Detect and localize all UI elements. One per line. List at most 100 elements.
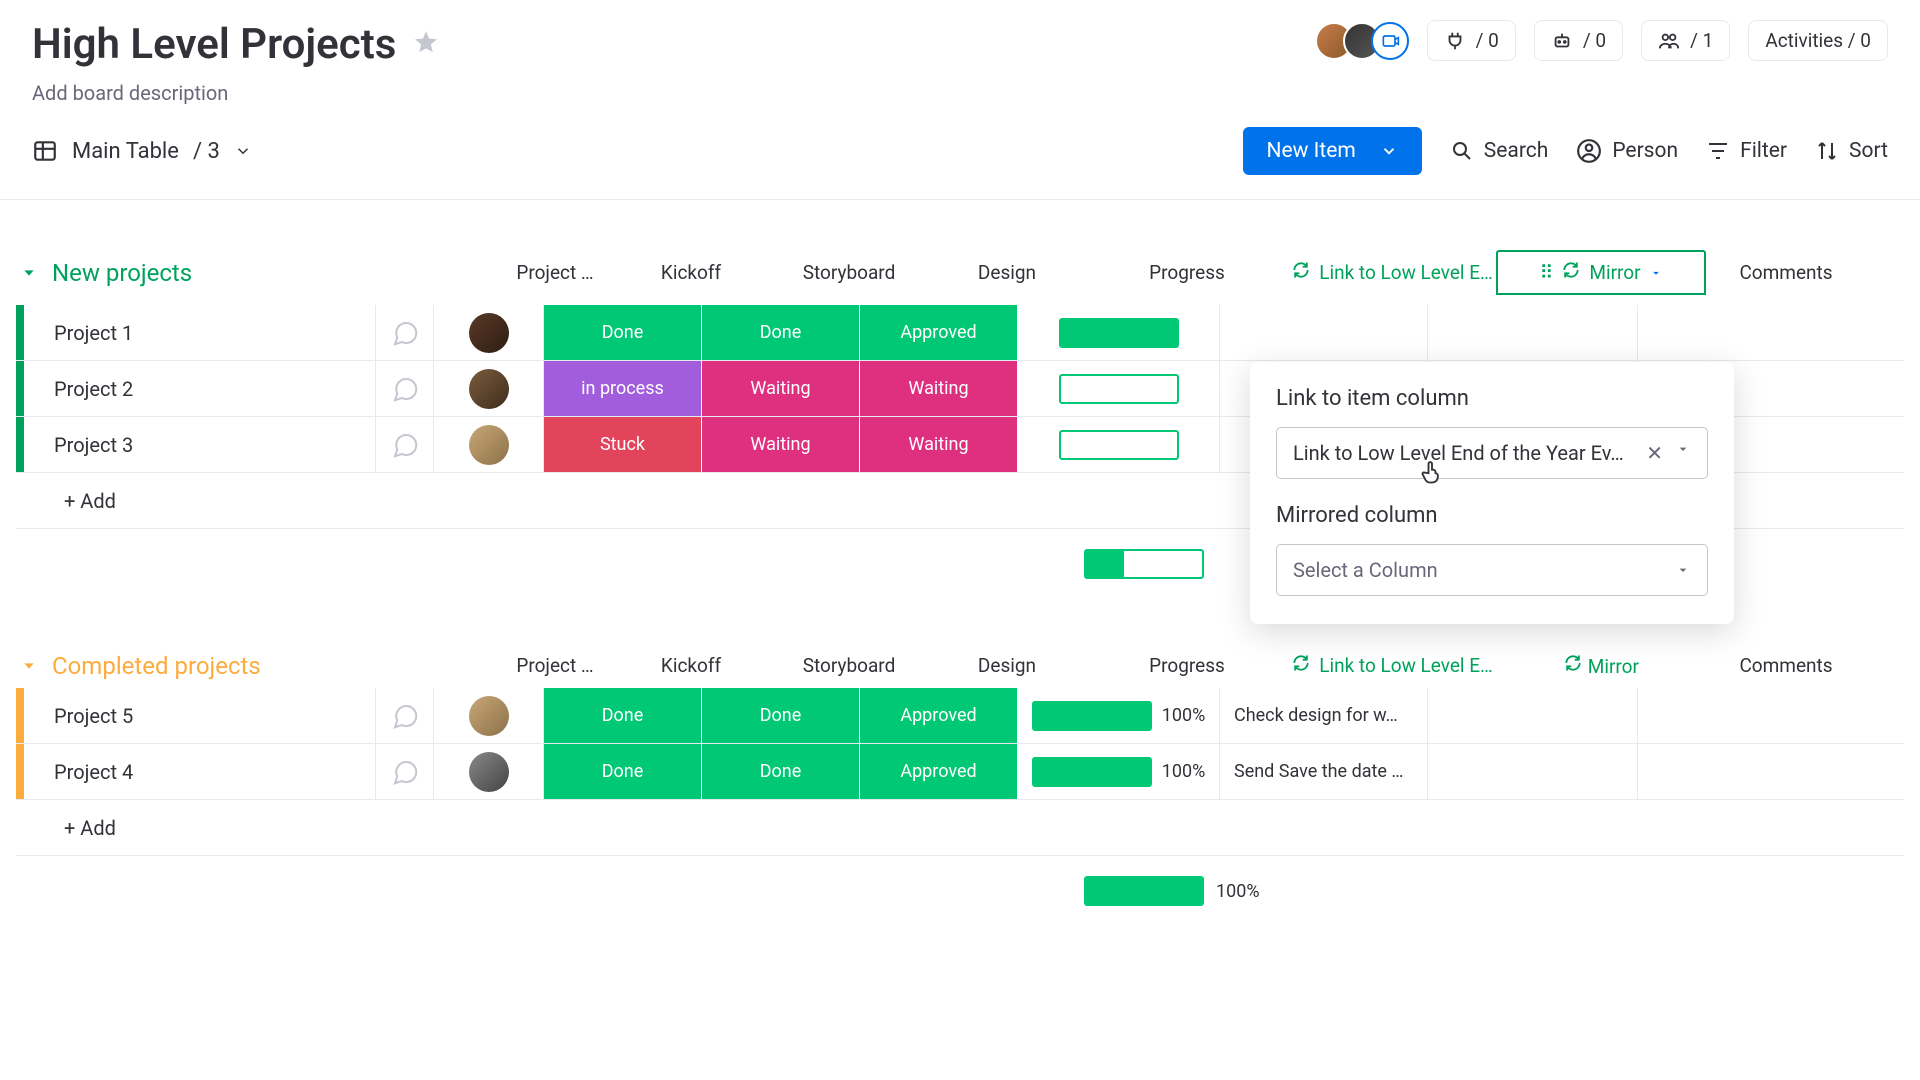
- subscribers-avatars[interactable]: [1315, 22, 1409, 60]
- activities-pill[interactable]: Activities / 0: [1748, 20, 1888, 61]
- kickoff-status[interactable]: Done: [544, 305, 702, 360]
- progress-cell[interactable]: [1018, 417, 1220, 472]
- kickoff-status[interactable]: Stuck: [544, 417, 702, 472]
- column-header-comments[interactable]: Comments: [1706, 644, 1866, 687]
- comments-cell[interactable]: [1638, 744, 1798, 799]
- link-column-value: Link to Low Level End of the Year Ev…: [1293, 441, 1646, 465]
- storyboard-status[interactable]: Waiting: [702, 417, 860, 472]
- progress-bar: [1059, 430, 1179, 460]
- column-header-owner[interactable]: Project …: [498, 644, 612, 687]
- column-header-mirror[interactable]: ⠿Mirror: [1496, 240, 1706, 305]
- column-header-kickoff[interactable]: Kickoff: [612, 251, 770, 294]
- item-name-cell[interactable]: Project 4: [24, 744, 376, 799]
- add-item-row[interactable]: + Add: [16, 800, 1904, 856]
- table-row[interactable]: Project 4 Done Done Approved 100% Send S…: [16, 744, 1904, 800]
- kickoff-status[interactable]: in process: [544, 361, 702, 416]
- view-switcher[interactable]: Main Table / 3: [32, 138, 252, 164]
- new-item-button[interactable]: New Item: [1243, 127, 1422, 175]
- kickoff-status[interactable]: Done: [544, 744, 702, 799]
- favorite-star-icon[interactable]: [412, 29, 440, 61]
- conversation-icon[interactable]: [376, 305, 434, 360]
- progress-cell[interactable]: [1018, 361, 1220, 416]
- automations-pill[interactable]: / 0: [1534, 20, 1623, 61]
- column-header-link[interactable]: Link to Low Level E…: [1288, 250, 1496, 295]
- table-row[interactable]: Project 5 Done Done Approved 100% Check …: [16, 688, 1904, 744]
- link-cell[interactable]: Check design for w…: [1220, 688, 1428, 743]
- design-status[interactable]: Waiting: [860, 361, 1018, 416]
- storyboard-status[interactable]: Done: [702, 744, 860, 799]
- group-header-row: New projects Project … Kickoff Storyboar…: [16, 240, 1904, 305]
- person-filter-button[interactable]: Person: [1576, 138, 1678, 164]
- filter-button[interactable]: Filter: [1706, 139, 1787, 163]
- item-name-cell[interactable]: Project 5: [24, 688, 376, 743]
- board-description[interactable]: Add board description: [32, 81, 440, 105]
- storyboard-status[interactable]: Waiting: [702, 361, 860, 416]
- comments-cell[interactable]: [1638, 688, 1798, 743]
- board-toolbar: Main Table / 3 New Item Search Person Fi…: [0, 115, 1920, 200]
- comments-cell[interactable]: [1638, 305, 1798, 360]
- column-header-storyboard[interactable]: Storyboard: [770, 644, 928, 687]
- design-status[interactable]: Waiting: [860, 417, 1018, 472]
- members-pill[interactable]: / 1: [1641, 20, 1730, 61]
- storyboard-status[interactable]: Done: [702, 688, 860, 743]
- sort-button[interactable]: Sort: [1815, 139, 1888, 163]
- conversation-icon[interactable]: [376, 417, 434, 472]
- mirror-cell[interactable]: [1428, 744, 1638, 799]
- item-name-cell[interactable]: Project 2: [24, 361, 376, 416]
- owner-cell[interactable]: [434, 744, 544, 799]
- column-header-owner[interactable]: Project …: [498, 251, 612, 294]
- conversation-icon[interactable]: [376, 361, 434, 416]
- column-header-comments[interactable]: Comments: [1706, 251, 1866, 294]
- refresh-icon: [1561, 260, 1581, 285]
- column-header-storyboard[interactable]: Storyboard: [770, 251, 928, 294]
- column-header-mirror[interactable]: Mirror: [1496, 643, 1706, 688]
- mirror-cell[interactable]: [1428, 305, 1638, 360]
- integrations-pill[interactable]: / 0: [1427, 20, 1516, 61]
- design-status[interactable]: Approved: [860, 688, 1018, 743]
- design-status[interactable]: Approved: [860, 744, 1018, 799]
- column-header-design[interactable]: Design: [928, 251, 1086, 294]
- owner-cell[interactable]: [434, 361, 544, 416]
- item-name-cell[interactable]: Project 3: [24, 417, 376, 472]
- group-title-wrap[interactable]: New projects: [16, 259, 498, 287]
- link-cell[interactable]: [1220, 305, 1428, 360]
- clear-icon[interactable]: ✕: [1646, 441, 1663, 465]
- owner-cell[interactable]: [434, 417, 544, 472]
- collapse-caret-icon[interactable]: [18, 262, 40, 284]
- group-title[interactable]: Completed projects: [52, 652, 261, 680]
- board-title[interactable]: High Level Projects: [32, 20, 396, 69]
- column-header-design[interactable]: Design: [928, 644, 1086, 687]
- search-button[interactable]: Search: [1450, 139, 1549, 163]
- progress-cell[interactable]: 100%: [1018, 744, 1220, 799]
- progress-cell[interactable]: [1018, 305, 1220, 360]
- mirrored-column-select[interactable]: Select a Column: [1276, 544, 1708, 596]
- table-row[interactable]: Project 1 Done Done Approved: [16, 305, 1904, 361]
- chevron-down-icon[interactable]: [1675, 441, 1691, 457]
- column-header-link[interactable]: Link to Low Level E…: [1288, 643, 1496, 688]
- column-header-kickoff[interactable]: Kickoff: [612, 644, 770, 687]
- item-name-cell[interactable]: Project 1: [24, 305, 376, 360]
- chevron-down-icon[interactable]: [1649, 266, 1663, 280]
- owner-cell[interactable]: [434, 688, 544, 743]
- owner-cell[interactable]: [434, 305, 544, 360]
- link-cell[interactable]: Send Save the date …: [1220, 744, 1428, 799]
- progress-cell[interactable]: 100%: [1018, 688, 1220, 743]
- person-label: Person: [1612, 139, 1678, 163]
- group-title-wrap[interactable]: Completed projects: [16, 652, 498, 680]
- group-title[interactable]: New projects: [52, 259, 192, 287]
- drag-handle-icon[interactable]: ⠿: [1539, 261, 1553, 284]
- link-column-select[interactable]: Link to Low Level End of the Year Ev… ✕: [1276, 427, 1708, 479]
- select-actions: [1675, 562, 1691, 578]
- chevron-down-icon[interactable]: [1675, 562, 1691, 578]
- column-header-progress[interactable]: Progress: [1086, 644, 1288, 687]
- collapse-caret-icon[interactable]: [18, 655, 40, 677]
- kickoff-status[interactable]: Done: [544, 688, 702, 743]
- conversation-icon[interactable]: [376, 688, 434, 743]
- refresh-icon: [1563, 655, 1583, 678]
- column-header-progress[interactable]: Progress: [1086, 251, 1288, 294]
- conversation-icon[interactable]: [376, 744, 434, 799]
- mirror-header-active[interactable]: ⠿Mirror: [1496, 250, 1706, 295]
- design-status[interactable]: Approved: [860, 305, 1018, 360]
- mirror-cell[interactable]: [1428, 688, 1638, 743]
- storyboard-status[interactable]: Done: [702, 305, 860, 360]
